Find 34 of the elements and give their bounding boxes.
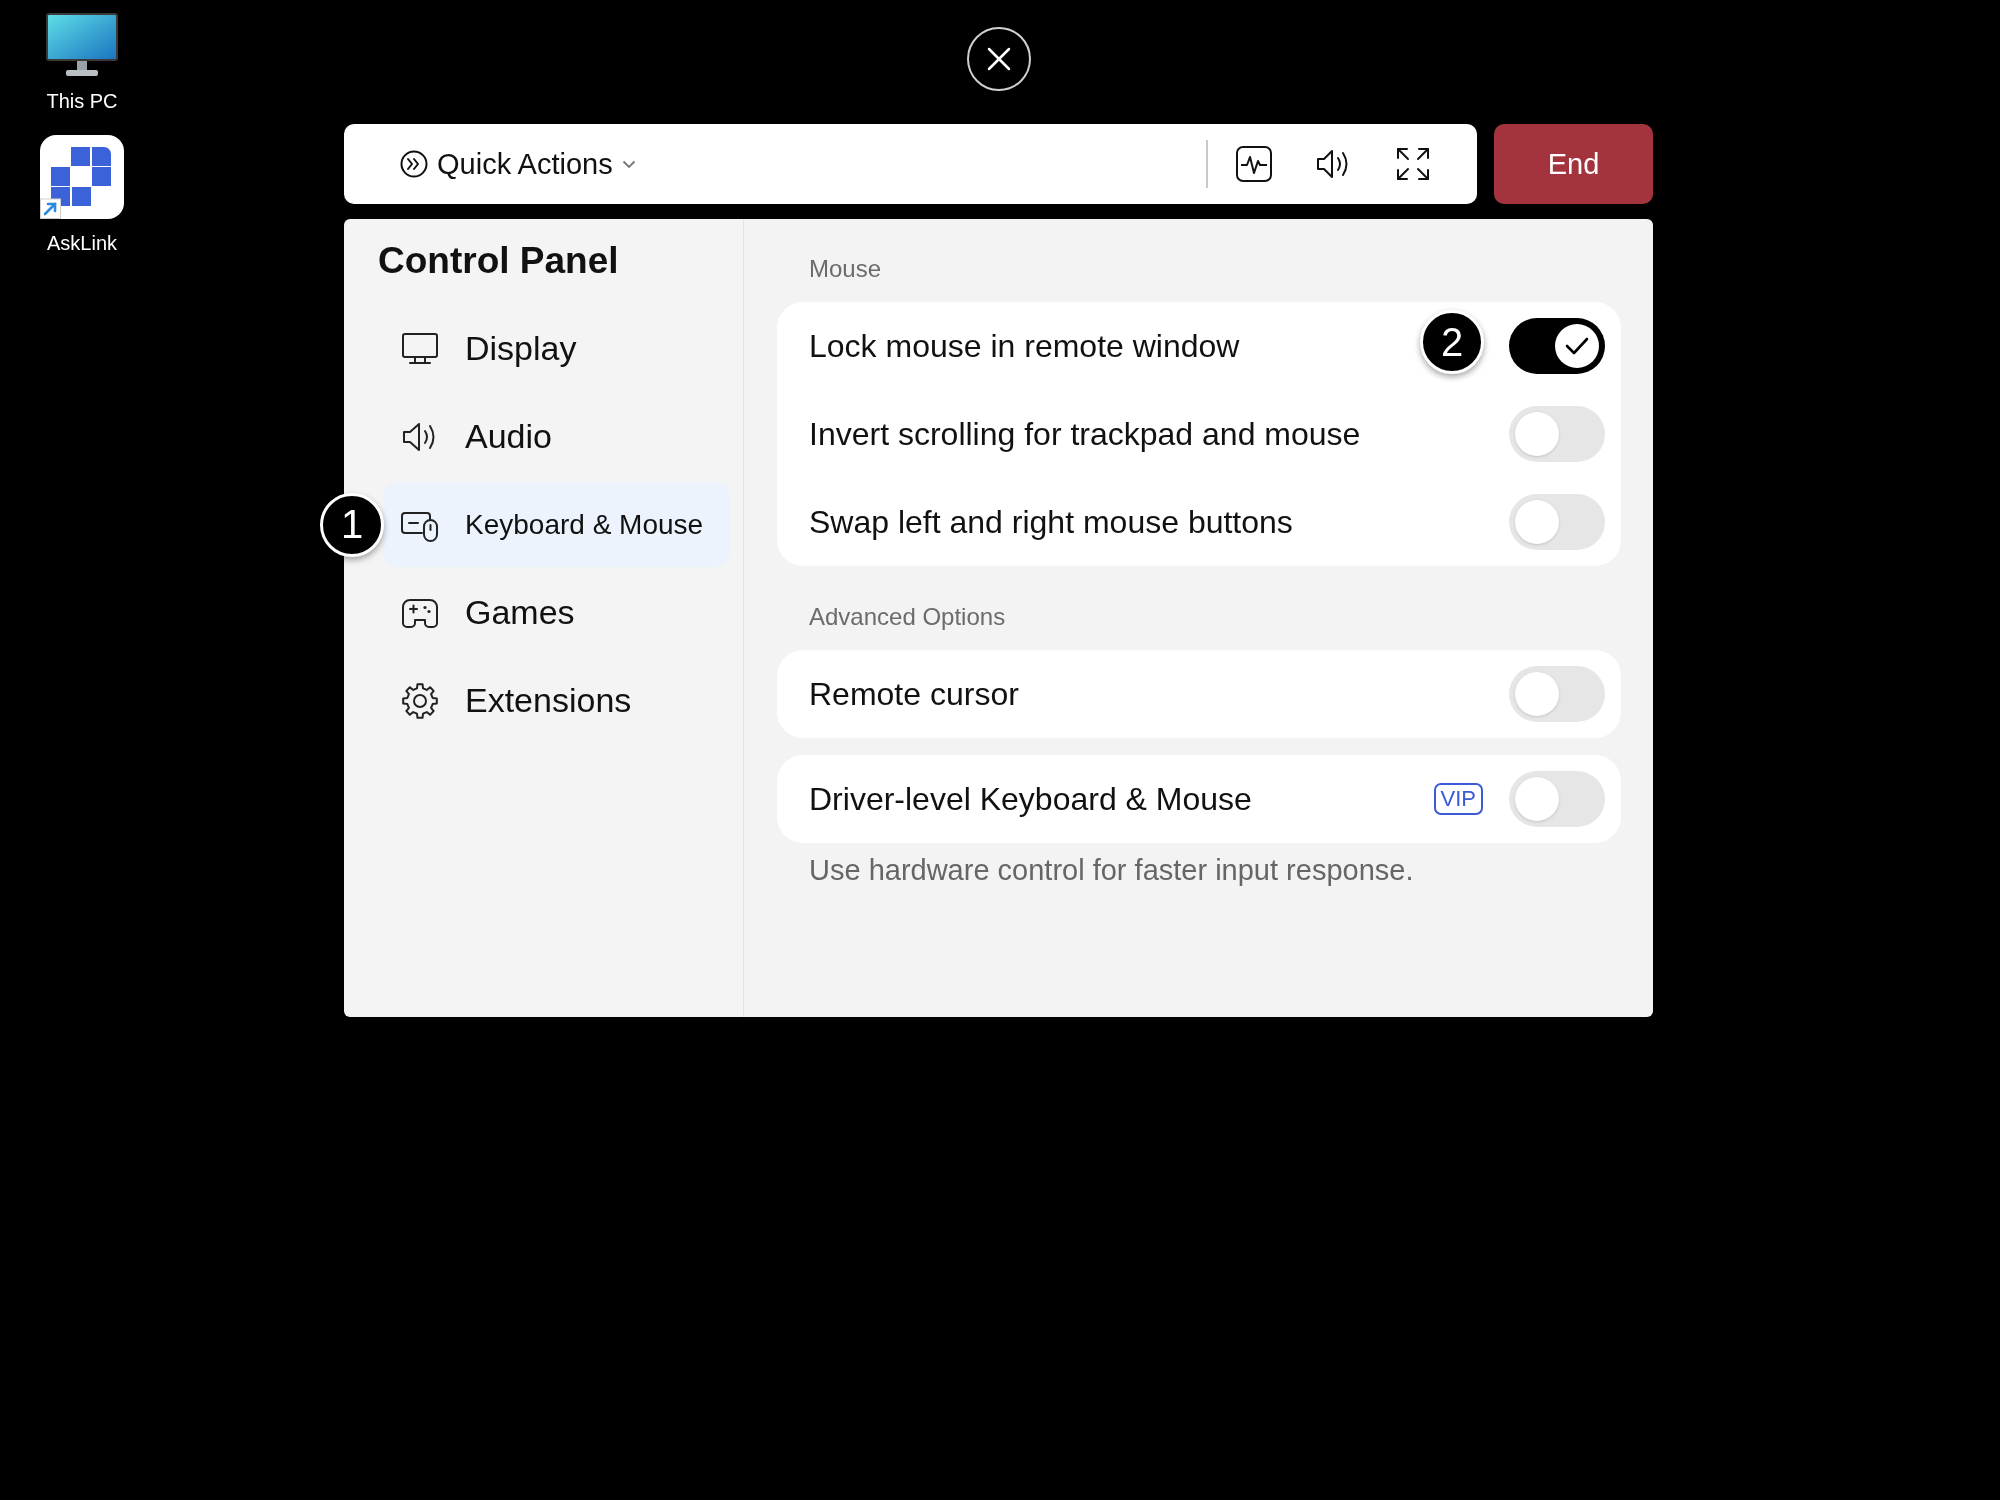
close-icon[interactable] (966, 27, 1031, 91)
nav-item[interactable]: Games (383, 570, 730, 655)
section-heading: Advanced Options (809, 602, 1006, 632)
expand-icon[interactable] (1396, 147, 1430, 181)
setting-label: Invert scrolling for trackpad and mouse (809, 415, 1361, 453)
nav-item[interactable]: Keyboard & Mouse (383, 482, 730, 567)
check-icon (1565, 336, 1589, 356)
caret-icon (621, 159, 636, 169)
toggle-switch[interactable] (1509, 494, 1605, 550)
nav-item[interactable]: Audio (383, 394, 730, 479)
end-button[interactable]: End (1494, 124, 1653, 204)
quick-actions-menu[interactable]: Quick Actions (400, 147, 636, 181)
desktop-shortcut[interactable]: This PC (46, 13, 118, 113)
nav-item[interactable]: Display (383, 306, 730, 391)
nav-item[interactable]: Extensions (383, 658, 730, 743)
setting-description: Use hardware control for faster input response. (809, 853, 1414, 887)
pulse-icon[interactable] (1236, 146, 1272, 182)
desktop-shortcut[interactable]: AskLink (40, 135, 124, 255)
monitor-icon (46, 13, 118, 77)
setting-label: Remote cursor (809, 675, 1019, 713)
setting-label: Driver-level Keyboard & Mouse (809, 780, 1252, 818)
toggle-switch[interactable] (1509, 771, 1605, 827)
double-chevron-icon (400, 150, 428, 178)
squares-app-icon (40, 135, 124, 219)
panel-title: Control Panel (378, 239, 619, 283)
tier-badge: VIP (1433, 783, 1483, 815)
section-heading: Mouse (809, 254, 882, 284)
gear-icon (400, 680, 440, 721)
setting-label: Lock mouse in remote window (809, 327, 1240, 365)
toggle-switch[interactable] (1509, 666, 1605, 722)
toggle-switch[interactable] (1509, 406, 1605, 462)
step-marker: 1 (320, 492, 384, 557)
setting-label: Swap left and right mouse buttons (809, 503, 1293, 541)
toggle-switch[interactable] (1509, 318, 1605, 374)
